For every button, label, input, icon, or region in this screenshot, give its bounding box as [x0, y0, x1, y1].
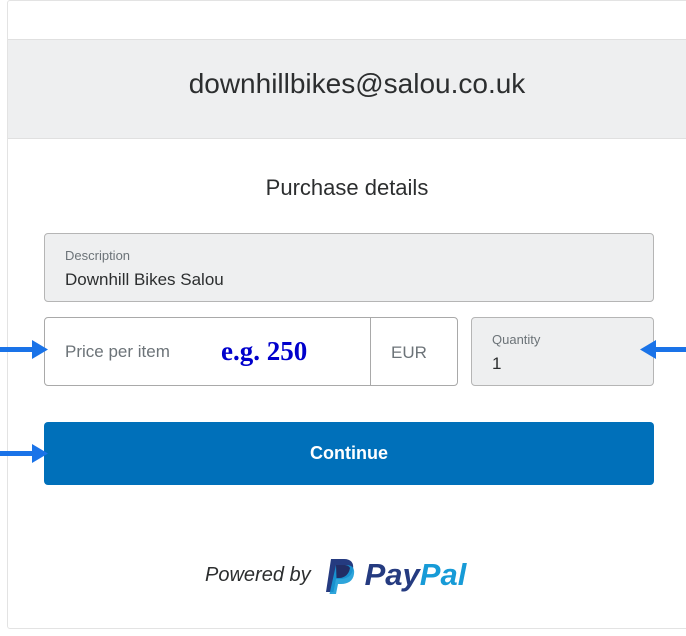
merchant-header: downhillbikes@salou.co.uk [8, 39, 686, 139]
continue-button[interactable]: Continue [44, 422, 654, 485]
powered-by-text: Powered by [205, 563, 311, 586]
quantity-label: Quantity [492, 332, 541, 347]
quantity-value: 1 [492, 354, 502, 373]
currency-divider [370, 318, 371, 385]
price-per-item-input[interactable]: Price per item e.g. 250 EUR [44, 317, 458, 386]
description-field: Description Downhill Bikes Salou [44, 233, 654, 302]
currency-label: EUR [391, 343, 427, 362]
paypal-logo-icon [325, 559, 354, 594]
powered-by-paypal: Powered by Pay Pal [205, 555, 466, 595]
section-title: Purchase details [265, 175, 429, 200]
quantity-field[interactable]: Quantity 1 [471, 317, 654, 386]
paypal-wordmark-pal: Pal [419, 557, 467, 592]
price-example-annotation: e.g. 250 [221, 336, 308, 366]
description-value: Downhill Bikes Salou [65, 270, 224, 289]
price-placeholder: Price per item [65, 342, 170, 361]
description-label: Description [65, 248, 131, 263]
arrow-right-icon [0, 340, 48, 359]
arrow-left-icon [640, 340, 686, 359]
merchant-email: downhillbikes@salou.co.uk [188, 68, 526, 99]
paypal-wordmark-pay: Pay [364, 557, 420, 592]
arrow-right-icon [0, 444, 48, 463]
